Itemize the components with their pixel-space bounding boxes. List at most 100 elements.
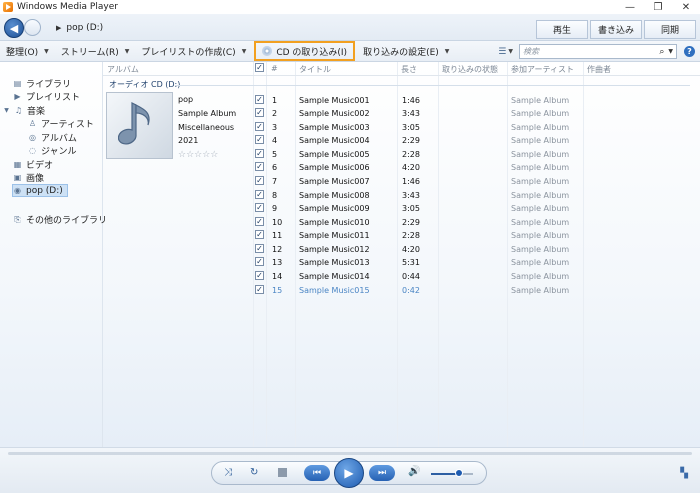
track-row[interactable]: ✓ 12 Sample Music012 4:20 Sample Album: [255, 244, 695, 257]
track-checkbox[interactable]: ✓: [255, 95, 264, 104]
next-icon[interactable]: ⏭: [369, 465, 395, 481]
track-row[interactable]: ✓ 2 Sample Music002 3:43 Sample Album: [255, 108, 695, 121]
sidebar-item-album[interactable]: ◎ アルバム: [28, 131, 77, 144]
track-checkbox[interactable]: ✓: [255, 108, 264, 117]
track-length: 1:46: [402, 177, 420, 186]
track-length: 2:28: [402, 231, 420, 240]
close-button[interactable]: ✕: [672, 0, 700, 14]
shuffle-icon[interactable]: ⤨: [224, 467, 232, 478]
column-header-contributing-artist[interactable]: 参加アーティスト: [511, 64, 574, 75]
repeat-icon[interactable]: ↻: [250, 467, 258, 478]
track-row[interactable]: ✓ 7 Sample Music007 1:46 Sample Album: [255, 176, 695, 189]
speaker-icon[interactable]: 🔊: [408, 466, 420, 477]
rip-settings-menu[interactable]: 取り込みの設定(E) ▼: [357, 41, 455, 62]
column-header-rip-status[interactable]: 取り込みの状態: [442, 64, 498, 75]
track-checkbox[interactable]: ✓: [255, 176, 264, 185]
track-row[interactable]: ✓ 9 Sample Music009 3:05 Sample Album: [255, 203, 695, 216]
back-button[interactable]: ◀: [4, 18, 24, 38]
track-row[interactable]: ✓ 8 Sample Music008 3:43 Sample Album: [255, 190, 695, 203]
track-row[interactable]: ✓ 14 Sample Music014 0:44 Sample Album: [255, 271, 695, 284]
track-row[interactable]: ✓ 3 Sample Music003 3:05 Sample Album: [255, 122, 695, 135]
tab-play[interactable]: 再生: [536, 20, 588, 39]
previous-icon[interactable]: ⏮: [304, 465, 330, 481]
sidebar-item-label: プレイリスト: [26, 93, 81, 103]
help-icon[interactable]: ?: [684, 46, 695, 57]
column-header-length[interactable]: 長さ: [401, 64, 417, 75]
track-checkbox[interactable]: ✓: [255, 257, 264, 266]
view-options-dropdown-icon[interactable]: ▼: [508, 48, 513, 55]
view-options-icon[interactable]: ☰: [498, 47, 506, 57]
sidebar-item-drive[interactable]: ◉ pop (D:): [12, 184, 68, 197]
column-header-composer[interactable]: 作曲者: [587, 64, 611, 75]
switch-view-icon[interactable]: ▚: [680, 468, 688, 479]
seek-bar[interactable]: [8, 452, 692, 455]
sidebar-item-other-libraries[interactable]: ⎘ その他のライブラリ: [13, 213, 107, 227]
track-row[interactable]: ✓ 6 Sample Music006 4:20 Sample Album: [255, 162, 695, 175]
maximize-button[interactable]: ❐: [644, 0, 672, 14]
search-dropdown-icon[interactable]: ▼: [668, 48, 673, 55]
track-title: Sample Music011: [299, 231, 370, 240]
search-placeholder: 検索: [523, 47, 539, 56]
track-row[interactable]: ✓ 11 Sample Music011 2:28 Sample Album: [255, 230, 695, 243]
volume-slider-knob[interactable]: [455, 469, 463, 477]
track-number: 12: [272, 245, 283, 254]
breadcrumb-drive[interactable]: pop (D:): [66, 23, 103, 33]
track-checkbox[interactable]: ✓: [255, 135, 264, 144]
track-artist: Sample Album: [511, 258, 570, 267]
track-checkbox[interactable]: ✓: [255, 230, 264, 239]
track-checkbox[interactable]: ✓: [255, 244, 264, 253]
album-art[interactable]: [106, 92, 173, 159]
track-number: 15: [272, 286, 283, 295]
track-artist: Sample Album: [511, 123, 570, 132]
rating-stars[interactable]: ☆☆☆☆☆: [178, 150, 218, 160]
group-divider: [175, 85, 690, 86]
toolbar: 整理(O) ▼ ストリーム(R) ▼ プレイリストの作成(C) ▼ CD の取り込み(…: [0, 41, 700, 62]
breadcrumb[interactable]: ▶ pop (D:): [56, 23, 103, 33]
track-checkbox[interactable]: ✓: [255, 217, 264, 226]
main-area: ▤ ライブラリ ▶ プレイリスト ▼ ♫ 音楽 ♙ アーティスト ◎ アルバム ◌ ジャンル…: [0, 62, 700, 447]
track-checkbox[interactable]: ✓: [255, 162, 264, 171]
sidebar-item-music[interactable]: ▼ ♫ 音楽: [3, 104, 45, 117]
sidebar-item-playlists[interactable]: ▶ プレイリスト: [13, 90, 80, 103]
sidebar-item-artist[interactable]: ♙ アーティスト: [28, 117, 94, 130]
sidebar-item-label: アルバム: [41, 134, 77, 144]
play-icon[interactable]: ▶: [334, 458, 364, 488]
track-row[interactable]: ✓ 4 Sample Music004 2:29 Sample Album: [255, 135, 695, 148]
album-title: Sample Album: [178, 109, 237, 118]
track-checkbox[interactable]: ✓: [255, 203, 264, 212]
create-playlist-menu[interactable]: プレイリストの作成(C) ▼: [135, 41, 252, 62]
track-row-now-playing[interactable]: ✓ 15 Sample Music015 0:42 Sample Album: [255, 285, 695, 298]
search-icon[interactable]: ⌕: [659, 47, 664, 57]
track-checkbox[interactable]: ✓: [255, 190, 264, 199]
column-header-album[interactable]: アルバム: [107, 64, 139, 75]
track-number: 3: [272, 123, 278, 132]
sidebar-item-label: pop (D:): [26, 185, 63, 196]
track-checkbox[interactable]: ✓: [255, 285, 264, 294]
track-row[interactable]: ✓ 10 Sample Music010 2:29 Sample Album: [255, 217, 695, 230]
search-input[interactable]: 検索 ⌕ ▼: [519, 44, 677, 59]
track-length: 3:43: [402, 191, 420, 200]
rip-cd-button[interactable]: CD の取り込み(I): [254, 41, 356, 61]
stop-icon[interactable]: [278, 468, 287, 477]
track-checkbox[interactable]: ✓: [255, 271, 264, 280]
tab-sync[interactable]: 同期: [644, 20, 696, 39]
column-header-title[interactable]: タイトル: [299, 64, 331, 75]
stream-menu[interactable]: ストリーム(R) ▼: [55, 41, 136, 62]
sidebar-item-genre[interactable]: ◌ ジャンル: [28, 144, 77, 157]
track-row[interactable]: ✓ 13 Sample Music013 5:31 Sample Album: [255, 257, 695, 270]
minimize-button[interactable]: —: [616, 0, 644, 14]
select-all-checkbox[interactable]: ✓: [255, 63, 264, 72]
column-header-number[interactable]: #: [271, 64, 278, 73]
track-row[interactable]: ✓ 5 Sample Music005 2:28 Sample Album: [255, 149, 695, 162]
sidebar-item-video[interactable]: ▦ ビデオ: [13, 158, 53, 171]
forward-button[interactable]: [24, 19, 41, 36]
track-checkbox[interactable]: ✓: [255, 122, 264, 131]
tab-burn[interactable]: 書き込み: [590, 20, 642, 39]
organize-menu[interactable]: 整理(O) ▼: [0, 41, 55, 62]
track-checkbox[interactable]: ✓: [255, 149, 264, 158]
sidebar-item-pictures[interactable]: ▣ 画像: [13, 171, 44, 184]
track-number: 1: [272, 96, 278, 105]
track-artist: Sample Album: [511, 286, 570, 295]
track-row[interactable]: ✓ 1 Sample Music001 1:46 Sample Album: [255, 95, 695, 108]
sidebar-item-library[interactable]: ▤ ライブラリ: [13, 77, 71, 90]
